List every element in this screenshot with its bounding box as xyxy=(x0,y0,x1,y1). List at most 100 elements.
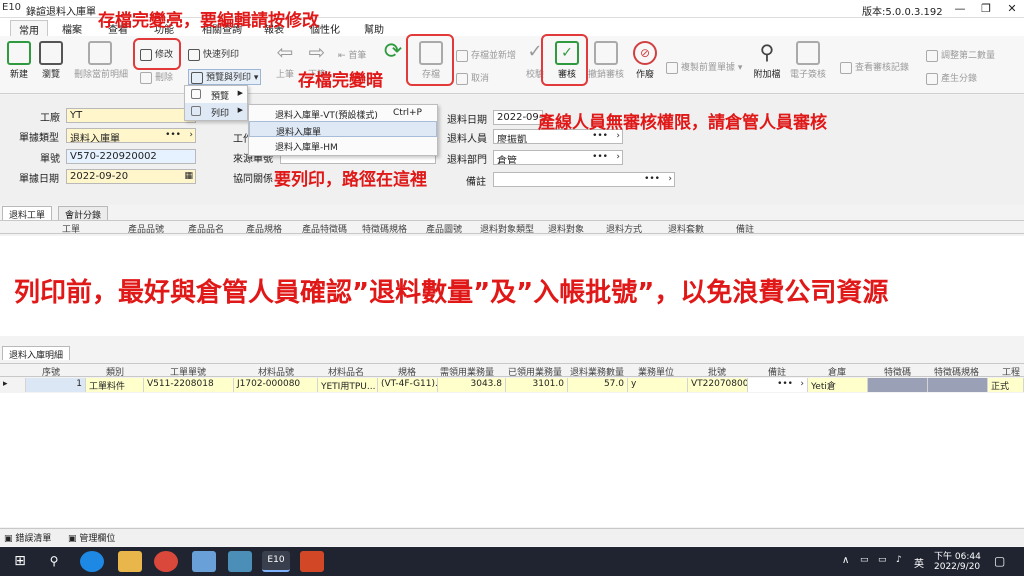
tab-help[interactable]: 幫助 xyxy=(356,20,392,36)
close-button[interactable]: ✕ xyxy=(1000,0,1024,18)
tray-network-icon[interactable]: ▭ xyxy=(860,555,869,565)
tray-display-icon[interactable]: ▭ xyxy=(878,555,887,565)
print-option-return-slip[interactable]: 退料入庫單 xyxy=(249,121,437,138)
history-icon xyxy=(840,61,852,74)
preview-print-button[interactable]: 預覽與列印 ▾ xyxy=(188,69,262,85)
quick-print-button[interactable]: 快速列印 xyxy=(188,47,239,61)
adjust-icon xyxy=(926,49,938,62)
esign-button[interactable]: 電子簽核 xyxy=(788,36,828,80)
tab-return-detail[interactable]: 退料入庫明細 xyxy=(2,346,71,361)
notification-icon[interactable]: ▢ xyxy=(994,554,1005,568)
doc-date-field[interactable]: 2022-09-20 ▦ xyxy=(66,169,196,184)
delete-button[interactable]: 刪除 xyxy=(140,70,173,84)
generate-entry-button[interactable]: 產生分錄 xyxy=(926,71,977,85)
factory-label: 工廠 xyxy=(40,113,60,124)
app-icon-notes[interactable] xyxy=(228,551,252,572)
attach-button[interactable]: ⚲ 附加檔 xyxy=(750,36,784,80)
esign-icon xyxy=(796,41,820,65)
tab-accounting-entry[interactable]: 會計分錄 xyxy=(58,206,109,221)
chevron-right-icon: › xyxy=(189,130,193,140)
col-spec: 規格 xyxy=(398,368,417,378)
refresh-button[interactable]: ⟳ xyxy=(376,36,410,67)
submenu-arrow-icon: ▶ xyxy=(237,89,243,97)
prev-button[interactable]: ⇦ 上筆 xyxy=(268,36,302,80)
cell-used-qty: 3101.0 xyxy=(506,378,568,392)
submenu-arrow-icon: ▶ xyxy=(237,106,243,114)
save-add-button[interactable]: 存檔並新增 xyxy=(456,48,516,62)
menu-item-print[interactable]: 列印 ▶ xyxy=(185,103,247,120)
lookup-icon: ••• xyxy=(644,174,660,184)
void-button[interactable]: ⊘ 作廢 xyxy=(628,36,662,80)
view-history-button[interactable]: 查看審核記錄 xyxy=(840,60,909,74)
col-process: 工程 xyxy=(1002,368,1021,378)
return-dept-label: 退料部門 xyxy=(447,155,487,166)
tray-chevron-icon[interactable]: ∧ xyxy=(842,555,849,566)
cell-return-qty[interactable]: 57.0 xyxy=(568,378,628,392)
search-icon[interactable]: ⚲ xyxy=(42,551,66,572)
col-unit: 業務單位 xyxy=(638,368,675,378)
new-button[interactable]: 新建 xyxy=(2,36,36,80)
copy-icon xyxy=(666,61,678,74)
col-return-sets: 退料套數 xyxy=(668,225,705,235)
cell-category: 工單料件 xyxy=(86,378,144,392)
app-icon-generic[interactable] xyxy=(192,551,216,572)
powerpoint-icon[interactable] xyxy=(300,551,324,572)
col-return-method: 退料方式 xyxy=(606,225,643,235)
doc-type-field[interactable]: 退料入庫單 ••• › xyxy=(66,128,196,143)
first-button[interactable]: ⇤ 首筆 xyxy=(338,48,366,61)
copy-prev-button[interactable]: 複製前置單據 ▾ xyxy=(666,60,742,74)
print-option-hm[interactable]: 退料入庫單-HM xyxy=(249,137,437,153)
browse-button[interactable]: 瀏覽 xyxy=(34,36,68,80)
return-dept-field[interactable]: 倉管 ••• › xyxy=(493,150,623,165)
refresh-icon: ⟳ xyxy=(383,39,403,64)
col-need-qty: 需領用業務量 xyxy=(440,368,495,378)
unapprove-button[interactable]: 撤銷審核 xyxy=(586,36,626,80)
chrome-icon[interactable] xyxy=(154,551,178,572)
cell-remark[interactable]: ••• › xyxy=(748,378,808,392)
e10-taskbar-button[interactable]: E10 xyxy=(262,551,290,572)
print-submenu: 退料入庫單-VT(預設樣式) Ctrl+P 退料入庫單 退料入庫單-HM xyxy=(248,104,438,156)
cell-lot[interactable]: VT22070800... xyxy=(688,378,748,392)
adjust-second-qty-button[interactable]: 調整第二數量 xyxy=(926,48,995,62)
annotation-print-path: 要列印，路徑在這裡 xyxy=(274,170,427,190)
paperclip-icon: ⚲ xyxy=(759,40,775,64)
print-option-default[interactable]: 退料入庫單-VT(預設樣式) Ctrl+P xyxy=(249,105,437,121)
app-icon: E10 xyxy=(2,2,22,13)
tab-return-workorder[interactable]: 退料工單 xyxy=(2,206,53,221)
minimize-button[interactable]: — xyxy=(948,0,972,18)
col-category: 類別 xyxy=(106,368,125,378)
ime-indicator[interactable]: 英 xyxy=(914,555,924,570)
start-windows-icon[interactable]: ⊞ xyxy=(8,551,32,572)
delete-line-button[interactable]: 刪除當前明細 xyxy=(74,36,128,80)
upper-tab-row: 退料工單 會計分錄 xyxy=(2,206,202,221)
cell-warehouse: Yeti倉 xyxy=(808,378,868,392)
doc-no-field[interactable]: V570-220920002 xyxy=(66,149,196,164)
tab-common[interactable]: 常用 xyxy=(10,20,48,37)
col-line-remark: 備註 xyxy=(768,368,787,378)
tab-file[interactable]: 檔案 xyxy=(54,20,90,36)
clock-time[interactable]: 下午 06:44 xyxy=(934,549,981,562)
row-indicator: ▸ xyxy=(0,378,26,392)
maximize-button[interactable]: ❐ xyxy=(974,0,998,18)
unapprove-icon xyxy=(594,41,618,65)
menu-item-preview[interactable]: 預覽 ▶ xyxy=(185,86,247,103)
factory-field[interactable]: YT xyxy=(66,108,196,123)
table-row[interactable]: ▸ 1 工單料件 V511-2208018 J1702-000080 YETI用… xyxy=(0,378,1024,392)
trash-icon xyxy=(140,71,152,84)
remark-field[interactable]: ••• › xyxy=(493,172,675,187)
edge-browser-icon[interactable] xyxy=(80,551,104,572)
return-date-field[interactable]: 2022-09-20 xyxy=(493,110,543,125)
cell-process: 正式 xyxy=(988,378,1024,392)
taskbar: ⊞ ⚲ E10 ∧ ▭ ▭ ♪ 英 下午 06:44 2022/9/20 ▢ xyxy=(0,547,1024,576)
cancel-button[interactable]: 取消 xyxy=(456,71,489,85)
col-product-feature: 產品特徵碼 xyxy=(302,225,348,235)
volume-icon[interactable]: ♪ xyxy=(896,555,902,565)
lower-grid-body xyxy=(0,393,1024,527)
tab-management-fields[interactable]: ▣ 管理欄位 xyxy=(68,531,115,544)
col-product-name: 產品品名 xyxy=(188,225,225,235)
annotation-save-dim: 存檔完變暗 xyxy=(298,71,383,91)
col-material-name: 材料品名 xyxy=(328,368,365,378)
tab-error-list[interactable]: ▣ 錯誤清單 xyxy=(4,531,51,544)
file-explorer-icon[interactable] xyxy=(118,551,142,572)
clock-date[interactable]: 2022/9/20 xyxy=(934,562,980,572)
